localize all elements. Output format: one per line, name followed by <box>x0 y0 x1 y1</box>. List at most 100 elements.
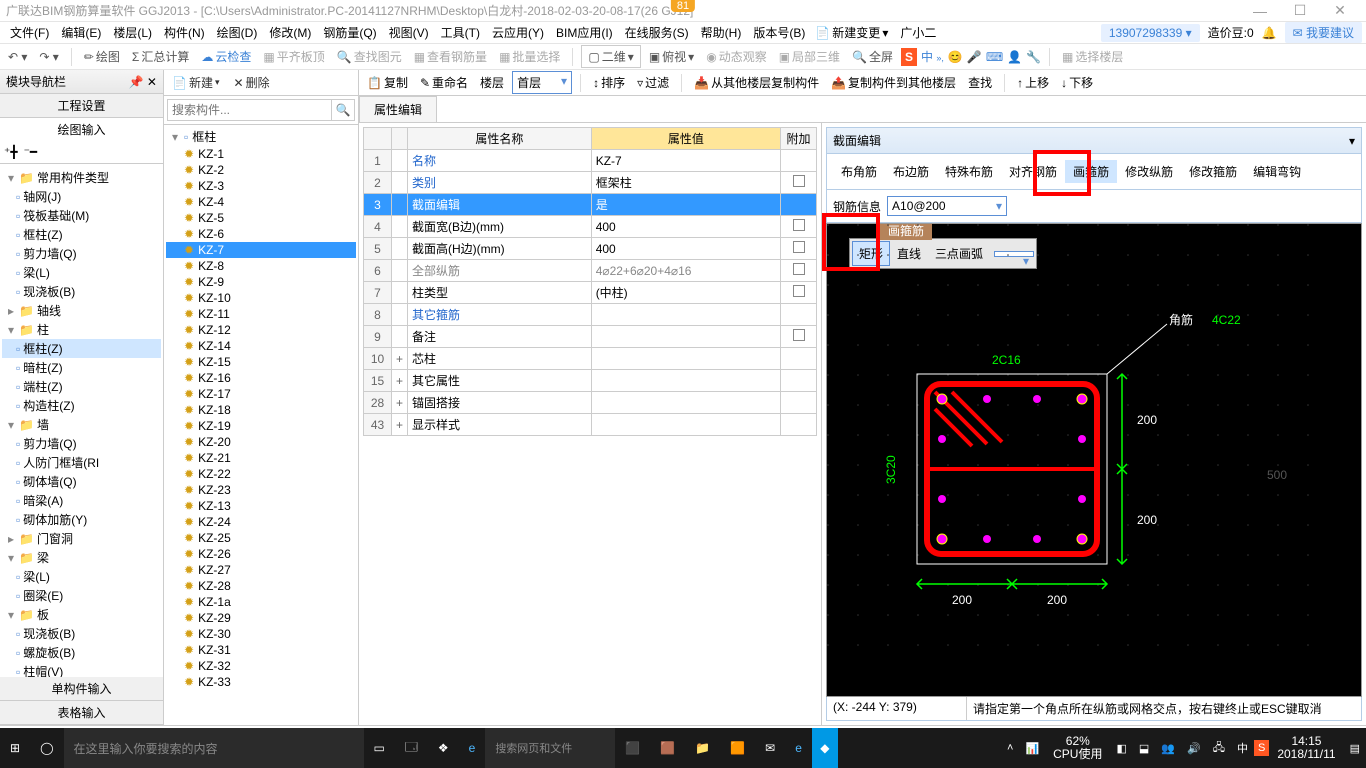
comp-item[interactable]: ✹KZ-24 <box>166 514 356 530</box>
view-rebar-button[interactable]: ▦ 查看钢筋量 <box>410 46 491 67</box>
filter-button[interactable]: ▿ 过滤 <box>633 72 673 93</box>
search-input[interactable] <box>167 99 332 121</box>
clock[interactable]: 14:152018/11/11 <box>1269 735 1343 761</box>
notification-badge[interactable]: 81 <box>671 0 695 12</box>
tree-node[interactable]: ▫构造柱(Z) <box>2 396 161 415</box>
prop-row[interactable]: 5截面高(H边)(mm)400 <box>364 238 817 260</box>
delete-component-button[interactable]: ✕ 删除 <box>230 72 274 93</box>
menu-item[interactable]: 编辑(E) <box>55 26 107 40</box>
comp-item[interactable]: ✹KZ-23 <box>166 482 356 498</box>
menu-item[interactable]: 在线服务(S) <box>619 26 695 40</box>
menu-item[interactable]: 修改(M) <box>263 26 317 40</box>
start-button[interactable]: ⊞ <box>0 728 30 768</box>
comp-item[interactable]: ✹KZ-27 <box>166 562 356 578</box>
tree-node[interactable]: ▫砌体墙(Q) <box>2 472 161 491</box>
comp-item[interactable]: ✹KZ-5 <box>166 210 356 226</box>
prop-row[interactable]: 6全部纵筋4⌀22+6⌀20+4⌀16 <box>364 260 817 282</box>
local3d-button[interactable]: ▣ 局部三维 <box>775 46 844 67</box>
tree-node[interactable]: ▫框柱(Z) <box>2 339 161 358</box>
prop-row[interactable]: 28+锚固搭接 <box>364 392 817 414</box>
tray-people-icon[interactable]: 👥 <box>1155 742 1181 755</box>
menu-item[interactable]: 构件(N) <box>158 26 211 40</box>
dropdown-icon[interactable]: ▾ <box>1349 134 1355 148</box>
comp-item[interactable]: ✹KZ-15 <box>166 354 356 370</box>
tray-ime[interactable]: 中 <box>1231 740 1254 756</box>
comp-item[interactable]: ✹KZ-12 <box>166 322 356 338</box>
web-search[interactable]: 搜索网页和文件 <box>485 728 615 768</box>
cloud-check-button[interactable]: ☁ 云检查 <box>197 46 255 67</box>
tree-node[interactable]: ▫暗梁(A) <box>2 491 161 510</box>
batch-select-button[interactable]: ▦ 批量选择 <box>495 46 564 67</box>
tree-node[interactable]: ▾📁常用构件类型 <box>2 168 161 187</box>
close-button[interactable]: ✕ <box>1320 2 1360 19</box>
person-icon[interactable]: 👤 <box>1007 50 1022 64</box>
comp-item[interactable]: ✹KZ-21 <box>166 450 356 466</box>
taskview-icon[interactable]: ▭ <box>364 728 395 768</box>
tab-table-input[interactable]: 表格输入 <box>0 701 163 725</box>
sum-button[interactable]: Σ 汇总计算 <box>128 46 193 67</box>
comp-item[interactable]: ✹KZ-18 <box>166 402 356 418</box>
tree-node[interactable]: ▸📁门窗洞 <box>2 529 161 548</box>
sort-button[interactable]: ↕ 排序 <box>589 72 629 93</box>
movedown-button[interactable]: ↓ 下移 <box>1057 72 1097 93</box>
menu-item[interactable]: 文件(F) <box>4 26 55 40</box>
expand-icon[interactable]: ⁺╋ <box>4 145 18 159</box>
menu-item[interactable]: 帮助(H) <box>695 26 748 40</box>
explorer-icon[interactable]: 📁 <box>685 728 720 768</box>
tree-node[interactable]: ▫螺旋板(B) <box>2 643 161 662</box>
menu-item[interactable]: BIM应用(I) <box>550 26 619 40</box>
minimize-button[interactable]: — <box>1240 3 1280 19</box>
view2d-dropdown[interactable]: ▢ 二维 ▾ <box>581 45 640 68</box>
cortana-icon[interactable]: ◯ <box>30 728 63 768</box>
app3-icon[interactable]: ⬛ <box>615 728 650 768</box>
comp-item[interactable]: ✹KZ-3 <box>166 178 356 194</box>
ime-indicator[interactable]: 中 », <box>921 48 944 65</box>
prop-row[interactable]: 2类别框架柱 <box>364 172 817 194</box>
tray-vol-icon[interactable]: 🔊 <box>1181 742 1207 755</box>
app4-icon[interactable]: 🟫 <box>650 728 685 768</box>
prop-row[interactable]: 7柱类型(中柱) <box>364 282 817 304</box>
tree-node[interactable]: ▫人防门框墙(RI <box>2 453 161 472</box>
menu-item[interactable]: 钢筋量(Q) <box>317 26 382 40</box>
tree-node[interactable]: ▫暗柱(Z) <box>2 358 161 377</box>
find-button[interactable]: 查找 <box>964 72 996 93</box>
nav-tree[interactable]: ▾📁常用构件类型▫轴网(J)▫筏板基础(M)▫框柱(Z)▫剪力墙(Q)▫梁(L)… <box>0 164 163 677</box>
comp-item[interactable]: ✹KZ-14 <box>166 338 356 354</box>
tree-node[interactable]: ▾📁梁 <box>2 548 161 567</box>
prop-row[interactable]: 4截面宽(B边)(mm)400 <box>364 216 817 238</box>
menu-item[interactable]: 视图(V) <box>383 26 435 40</box>
tree-node[interactable]: ▫框柱(Z) <box>2 225 161 244</box>
property-table[interactable]: 属性名称属性值附加1名称KZ-72类别框架柱3截面编辑是4截面宽(B边)(mm)… <box>363 127 817 436</box>
comp-item[interactable]: ✹KZ-20 <box>166 434 356 450</box>
emoji-icon[interactable]: 😊 <box>948 50 963 64</box>
app5-icon[interactable]: 🟧 <box>720 728 755 768</box>
comp-item[interactable]: ✹KZ-32 <box>166 658 356 674</box>
tree-node[interactable]: ▾📁墙 <box>2 415 161 434</box>
comp-item[interactable]: ✹KZ-6 <box>166 226 356 242</box>
tree-node[interactable]: ▫圈梁(E) <box>2 586 161 605</box>
editor-tab[interactable]: 编辑弯钩 <box>1245 160 1309 183</box>
comp-item[interactable]: ✹KZ-1 <box>166 146 356 162</box>
component-list[interactable]: ▾▫框柱✹KZ-1✹KZ-2✹KZ-3✹KZ-4✹KZ-5✹KZ-6✹KZ-7✹… <box>164 125 358 725</box>
comp-item[interactable]: ✹KZ-2 <box>166 162 356 178</box>
tab-draw-input[interactable]: 绘图输入 <box>0 118 163 141</box>
tree-node[interactable]: ▾📁板 <box>2 605 161 624</box>
new-change-button[interactable]: 📄 新建变更 ▾ <box>811 22 892 43</box>
redo-button[interactable]: ↷ ▾ <box>35 48 62 66</box>
phone-pill[interactable]: 13907298339 ▾ <box>1101 24 1200 42</box>
dynview-button[interactable]: ◉ 动态观察 <box>702 46 771 67</box>
tree-node[interactable]: ▾📁柱 <box>2 320 161 339</box>
tray-net-icon[interactable]: 🖧 <box>1207 739 1231 758</box>
section-canvas[interactable]: 画箍筋 矩形 直线 三点画弧 <box>826 223 1362 697</box>
copyto-button[interactable]: 📤 复制构件到其他楼层 <box>827 72 960 93</box>
comp-item[interactable]: ✹KZ-22 <box>166 466 356 482</box>
menu-item[interactable]: 绘图(D) <box>211 26 264 40</box>
editor-tab[interactable]: 修改纵筋 <box>1117 160 1181 183</box>
copy-button[interactable]: 📋 复制 <box>363 72 412 93</box>
prop-row[interactable]: 10+芯柱 <box>364 348 817 370</box>
prop-row[interactable]: 43+显示样式 <box>364 414 817 436</box>
comp-item[interactable]: ✹KZ-28 <box>166 578 356 594</box>
tray-up-icon[interactable]: ˄ <box>1001 742 1019 754</box>
comp-item[interactable]: ✹KZ-4 <box>166 194 356 210</box>
prop-row[interactable]: 1名称KZ-7 <box>364 150 817 172</box>
